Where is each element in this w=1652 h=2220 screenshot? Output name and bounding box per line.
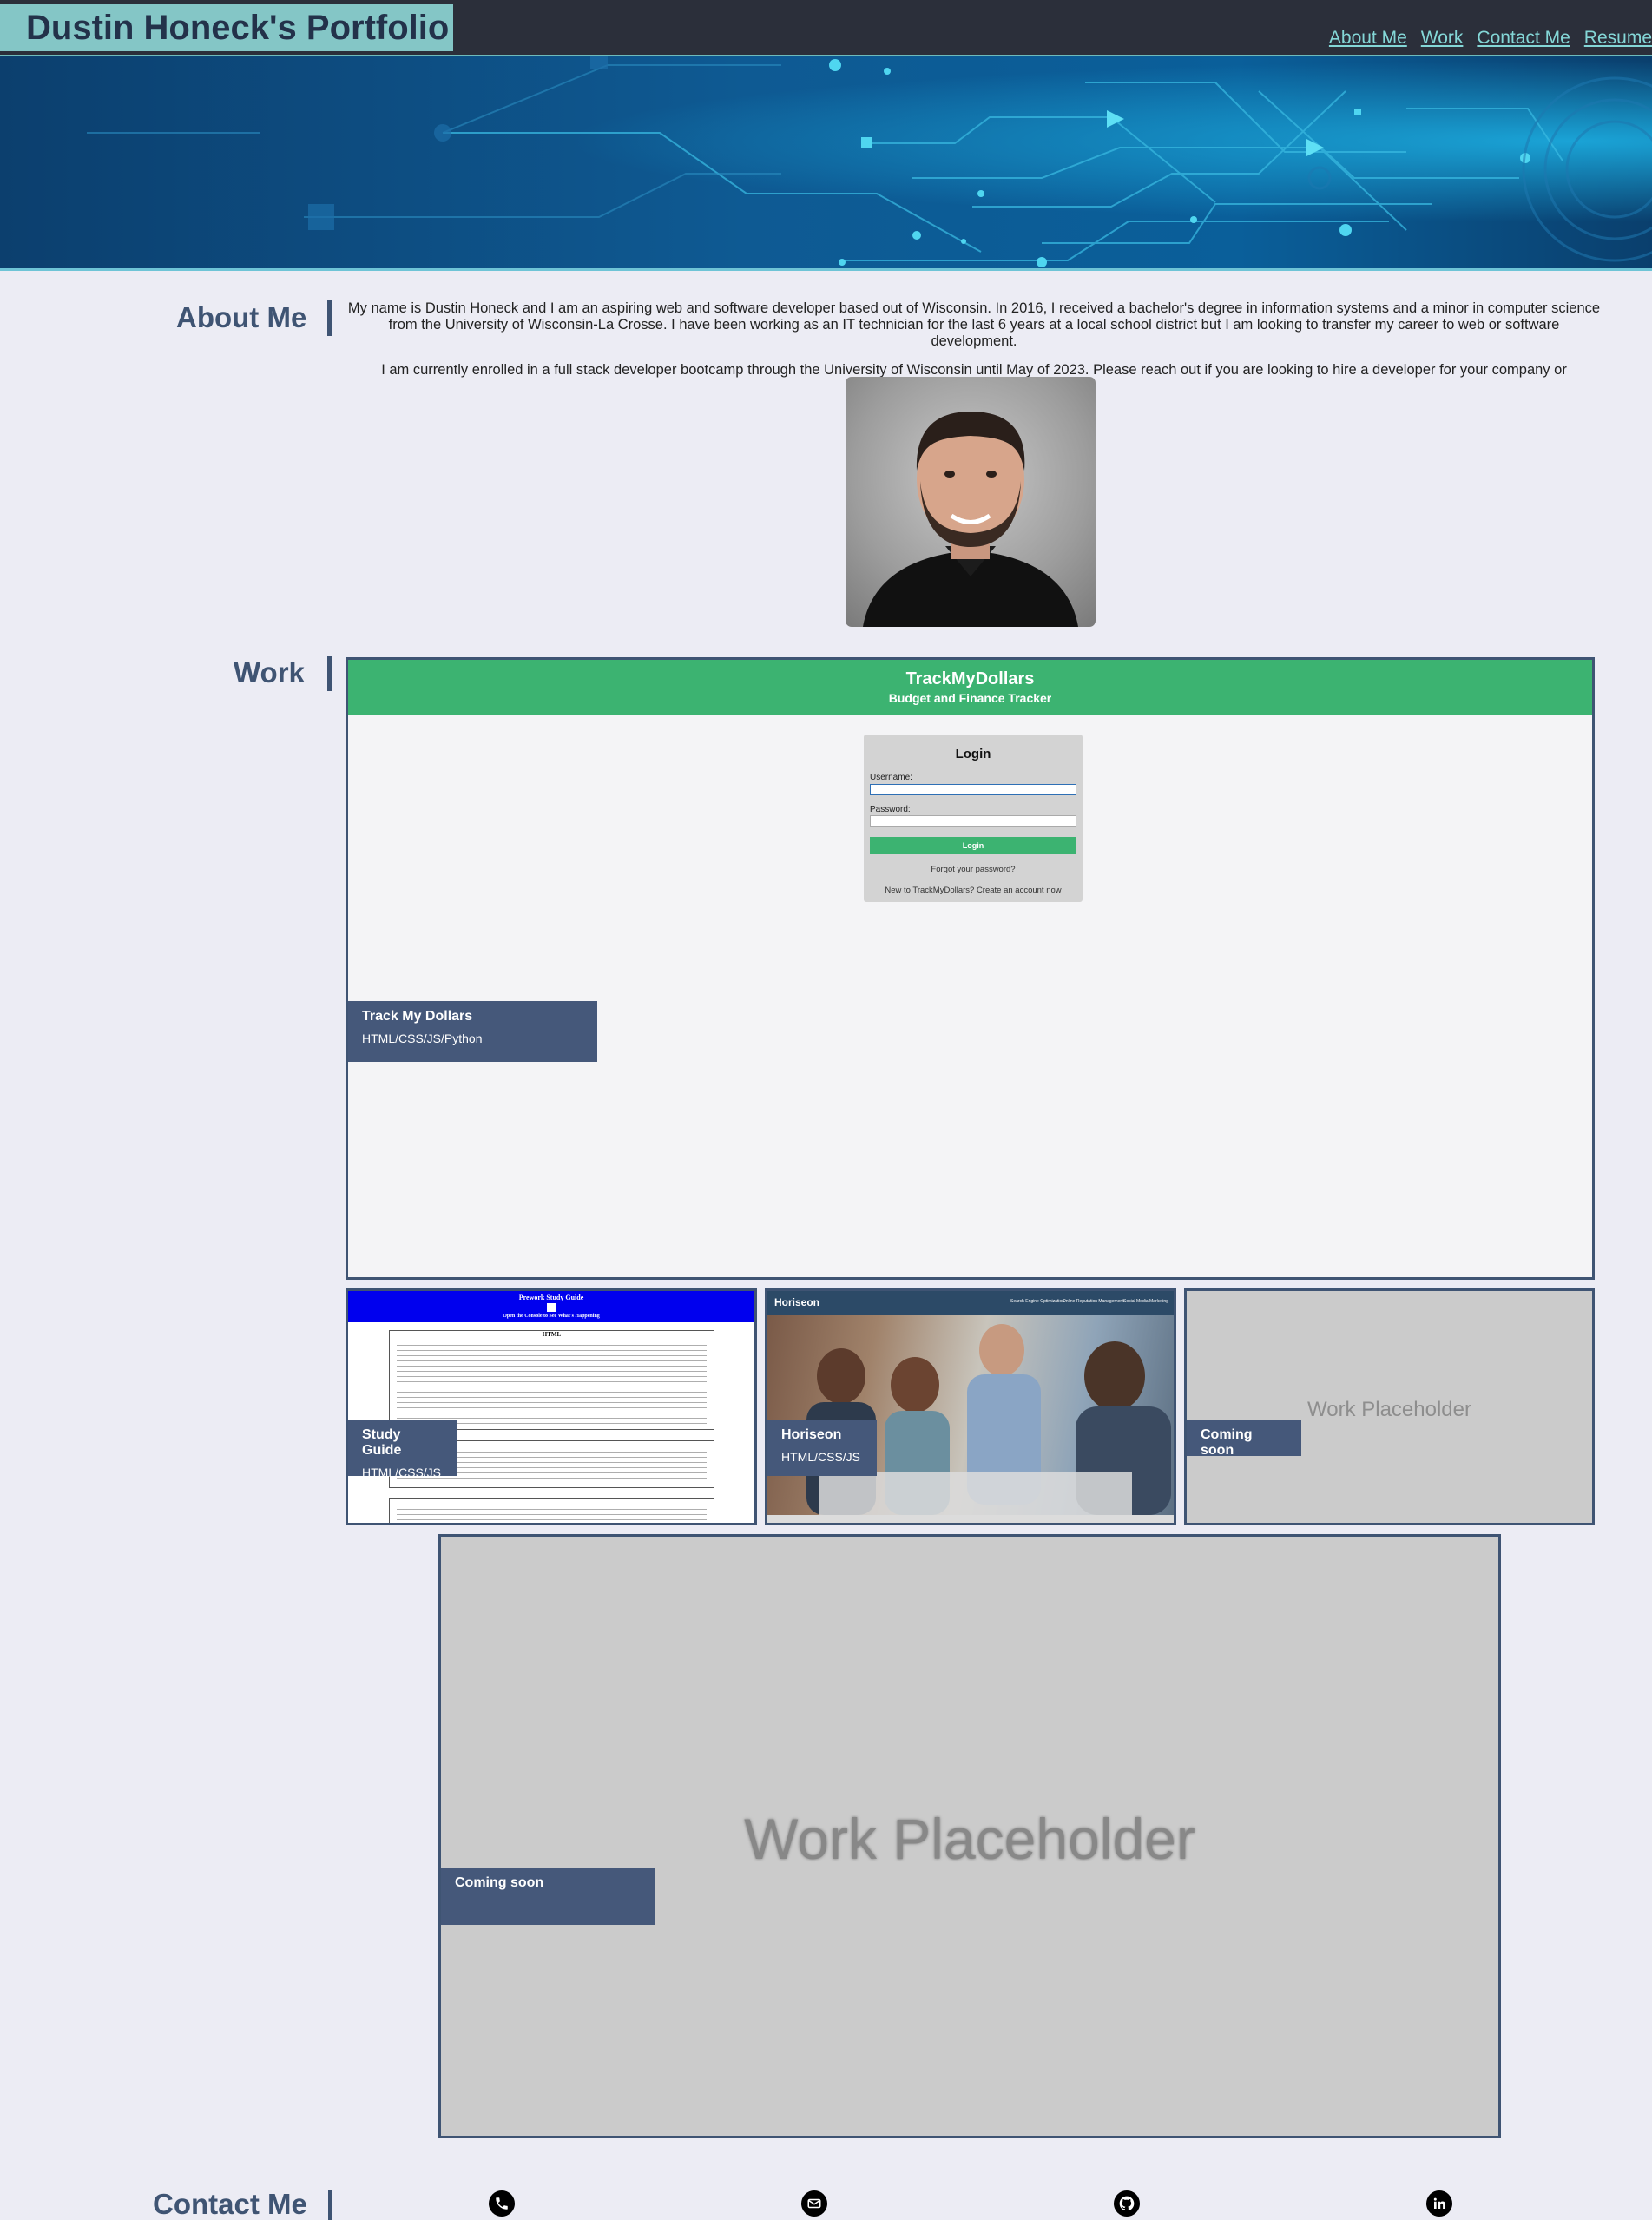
site-title: Dustin Honeck's Portfolio [0, 4, 453, 51]
study-guide-preview-header: Prework Study Guide Open the Console to … [348, 1291, 754, 1322]
nav-link-resume[interactable]: Resume [1584, 28, 1652, 49]
tmd-username-label: Username: [870, 773, 912, 782]
work-card-horiseon[interactable]: Horiseon Search Engine Optimization Onli… [765, 1288, 1176, 1525]
study-guide-preview-section: HTML [542, 1331, 562, 1338]
tmd-preview-title: TrackMyDollars [905, 669, 1035, 688]
work-card-study-guide[interactable]: Prework Study Guide Open the Console to … [346, 1288, 757, 1525]
work-caption-tech: HTML/CSS/JS [362, 1466, 442, 1479]
work-heading: Work [234, 656, 305, 688]
horiseon-preview-footer [767, 1515, 1174, 1523]
horiseon-preview-nav-3: Social Media Marketing [1123, 1299, 1168, 1304]
work-caption-title: Track My Dollars [362, 1009, 473, 1024]
hero-banner-image [0, 56, 1652, 271]
horiseon-preview-brand: Horiseon [774, 1296, 820, 1308]
tmd-password-field [870, 815, 1076, 827]
study-guide-preview-subtitle: Open the Console to See What's Happening [503, 1314, 600, 1319]
work-card-placeholder-large[interactable]: Work Placeholder Coming soon [438, 1534, 1501, 2138]
site-header: Dustin Honeck's Portfolio About Me Work … [0, 0, 1652, 56]
horiseon-preview-nav-2: Online Reputation Management [1063, 1299, 1124, 1304]
tmd-login-button: Login [870, 837, 1076, 854]
work-caption-coming-soon: Coming soon [1187, 1420, 1301, 1458]
work-caption-study-guide: Study Guide HTML/CSS/JS [348, 1420, 457, 1479]
nav-link-work[interactable]: Work [1421, 28, 1464, 49]
tmd-preview-header: TrackMyDollars Budget and Finance Tracke… [348, 660, 1592, 715]
nav-link-contact-me[interactable]: Contact Me [1477, 28, 1570, 49]
about-paragraph-1: My name is Dustin Honeck and I am an asp… [347, 300, 1601, 349]
study-guide-preview-box-1: HTML [389, 1330, 714, 1430]
work-caption-tech: HTML/CSS/JS/Python [362, 1031, 483, 1045]
about-heading: About Me [176, 301, 307, 333]
about-heading-divider [327, 300, 332, 336]
work-card-placeholder[interactable]: Work Placeholder Coming soon [1184, 1288, 1595, 1525]
main-nav: About Me Work Contact Me Resume [1329, 28, 1652, 49]
study-guide-preview-box-3 [389, 1498, 714, 1523]
horiseon-preview-header: Horiseon Search Engine Optimization Onli… [767, 1291, 1174, 1315]
work-caption-title: Study Guide [362, 1427, 402, 1458]
phone-icon[interactable] [489, 2190, 515, 2217]
study-guide-preview-title: Prework Study Guide [518, 1294, 584, 1301]
work-placeholder-text: Work Placeholder [1307, 1398, 1471, 1421]
work-caption-track-my-dollars: Track My Dollars HTML/CSS/JS/Python [348, 1001, 597, 1062]
nav-link-about-me[interactable]: About Me [1329, 28, 1407, 49]
work-card-track-my-dollars[interactable]: TrackMyDollars Budget and Finance Tracke… [346, 657, 1595, 1280]
linkedin-icon[interactable] [1426, 2190, 1452, 2217]
tmd-login-form: Login Username: Password: Login Forgot y… [864, 735, 1083, 902]
tmd-forgot-password: Forgot your password? [931, 865, 1016, 874]
work-caption-title: Coming soon [455, 1875, 544, 1890]
study-guide-preview-icon [547, 1303, 556, 1312]
work-caption-horiseon: Horiseon HTML/CSS/JS [767, 1420, 877, 1476]
work-caption-tech: HTML/CSS/JS [781, 1450, 861, 1464]
work-heading-divider [327, 656, 332, 691]
horiseon-preview-hero-image [767, 1315, 1174, 1515]
tmd-create-account: New to TrackMyDollars? Create an account… [885, 886, 1062, 895]
tmd-login-title: Login [955, 747, 991, 761]
profile-photo [846, 377, 1096, 627]
study-guide-preview-lines [397, 1341, 707, 1424]
work-caption-title: Coming soon [1201, 1427, 1253, 1458]
tmd-password-label: Password: [870, 805, 911, 814]
contact-heading-divider [328, 2190, 332, 2220]
tmd-preview-subtitle: Budget and Finance Tracker [888, 691, 1052, 705]
horiseon-preview-nav-1: Search Engine Optimization [1010, 1299, 1064, 1304]
study-guide-preview-lines-3 [397, 1505, 707, 1523]
work-caption-title: Horiseon [781, 1427, 842, 1442]
tmd-username-field [870, 784, 1076, 795]
email-icon[interactable] [801, 2190, 827, 2217]
work-placeholder-large-text: Work Placeholder [744, 1807, 1195, 1871]
work-caption-coming-soon-large: Coming soon [441, 1868, 655, 1925]
github-icon[interactable] [1114, 2190, 1140, 2217]
contact-heading: Contact Me [153, 2188, 307, 2220]
